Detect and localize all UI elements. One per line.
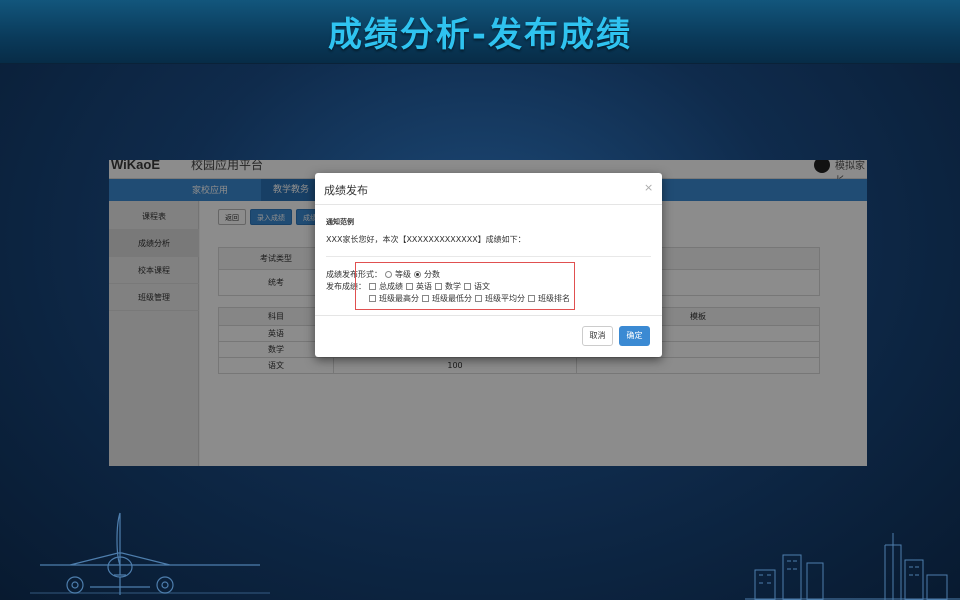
- slide-banner: 成绩分析-发布成绩: [0, 0, 960, 64]
- modal-title: 成绩发布: [324, 184, 368, 197]
- city-skyline-decoration: [745, 525, 960, 600]
- publish-scores-modal: 成绩发布 × 通知范例 XXX家长您好，本次【XXXXXXXXXXXXX】成绩如…: [315, 173, 662, 357]
- notice-example-label: 通知范例: [326, 218, 354, 226]
- confirm-button[interactable]: 确定: [619, 326, 650, 346]
- divider: [326, 256, 651, 257]
- highlight-box: [355, 262, 575, 310]
- modal-header: 成绩发布 ×: [315, 173, 662, 205]
- cancel-button[interactable]: 取消: [582, 326, 613, 346]
- close-icon[interactable]: ×: [644, 181, 653, 194]
- slide-title: 成绩分析-发布成绩: [327, 15, 633, 55]
- footer-divider: [315, 315, 662, 316]
- notice-text: XXX家长您好，本次【XXXXXXXXXXXXX】成绩如下：: [326, 235, 526, 244]
- airplane-decoration: [30, 505, 270, 600]
